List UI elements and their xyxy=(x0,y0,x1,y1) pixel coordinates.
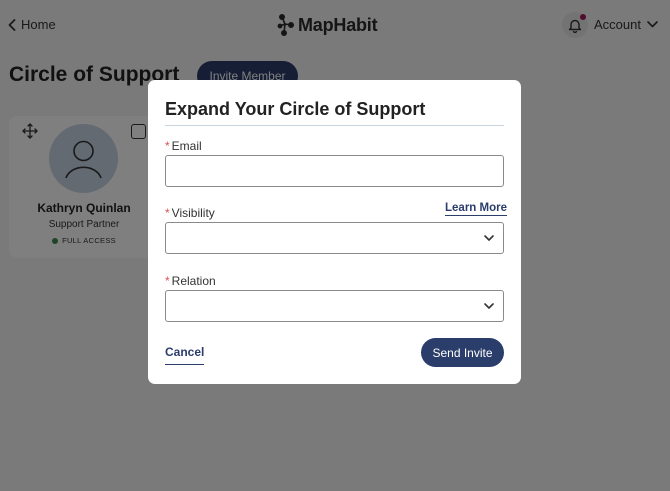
required-marker: * xyxy=(165,206,170,220)
email-field[interactable] xyxy=(165,155,504,187)
relation-select[interactable] xyxy=(165,290,504,322)
invite-member-dialog: Expand Your Circle of Support * Email * Vi… xyxy=(148,80,521,384)
required-marker: * xyxy=(165,274,170,288)
learn-more-link[interactable]: Learn More xyxy=(445,202,507,216)
email-label-text: Email xyxy=(171,139,202,153)
send-invite-button[interactable]: Send Invite xyxy=(421,338,504,367)
cancel-button[interactable]: Cancel xyxy=(165,345,205,365)
relation-label-text: Relation xyxy=(171,274,216,288)
chevron-down-icon xyxy=(484,235,494,241)
title-divider xyxy=(165,125,504,126)
relation-label: * Relation xyxy=(165,274,216,288)
required-marker: * xyxy=(165,139,170,153)
visibility-select[interactable] xyxy=(165,222,504,254)
dialog-title: Expand Your Circle of Support xyxy=(165,99,426,119)
visibility-label: * Visibility xyxy=(165,206,215,220)
email-label: * Email xyxy=(165,139,202,153)
visibility-label-text: Visibility xyxy=(171,206,215,220)
chevron-down-icon xyxy=(484,303,494,309)
